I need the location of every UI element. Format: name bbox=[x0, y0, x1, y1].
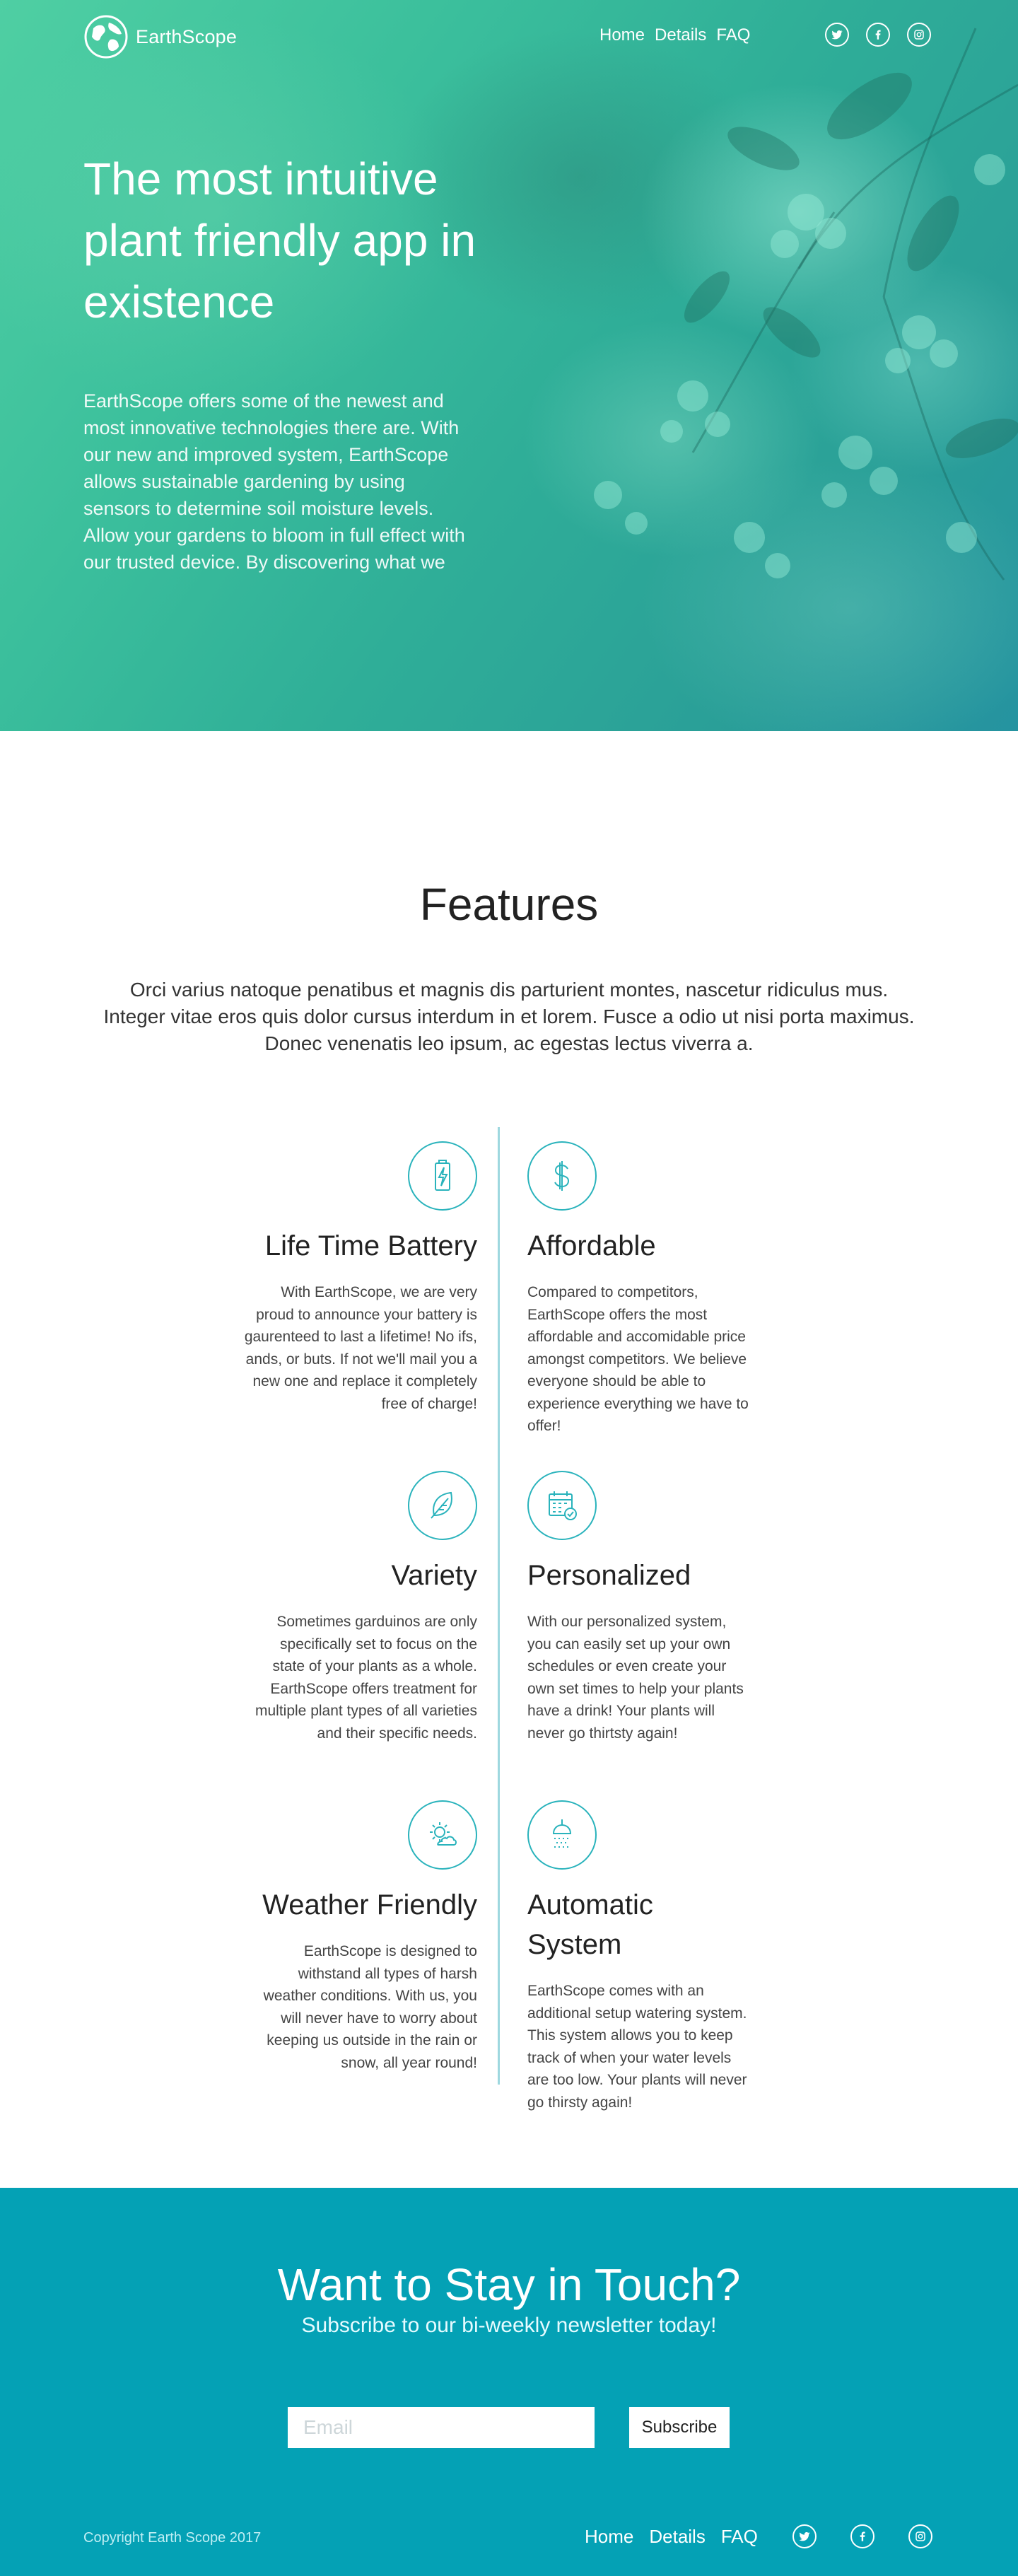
footer-link-home[interactable]: Home bbox=[585, 2526, 633, 2548]
feature-title: Affordable bbox=[527, 1230, 656, 1261]
footer-links: Home Details FAQ bbox=[585, 2526, 758, 2548]
feature-title: Weather Friendly bbox=[262, 1889, 477, 1921]
email-field[interactable] bbox=[288, 2407, 595, 2448]
features-divider bbox=[498, 1127, 500, 2085]
sun-cloud-icon bbox=[408, 1800, 477, 1870]
brand-logo[interactable]: EarthScope bbox=[83, 14, 237, 59]
feature-variety: Variety Sometimes garduinos are only spe… bbox=[244, 1471, 477, 1744]
feature-title: Automatic System bbox=[527, 1889, 653, 1960]
feature-affordable: Affordable Compared to competitors, Eart… bbox=[527, 1141, 754, 1438]
feature-life-time-battery: Life Time Battery With EarthScope, we ar… bbox=[244, 1141, 477, 1415]
features-intro: Orci varius natoque penatibus et magnis … bbox=[103, 979, 915, 1054]
subscribe-button[interactable]: Subscribe bbox=[629, 2407, 730, 2448]
footer-link-details[interactable]: Details bbox=[649, 2526, 705, 2548]
feature-weather-friendly: Weather Friendly EarthScope is designed … bbox=[244, 1800, 477, 2074]
newsletter-section: Want to Stay in Touch? Subscribe to our … bbox=[0, 2188, 1018, 2576]
feature-text: With EarthScope, we are very proud to an… bbox=[244, 1284, 477, 1412]
leaf-icon bbox=[408, 1471, 477, 1540]
feature-personalized: Personalized With our personalized syste… bbox=[527, 1471, 754, 1744]
feature-text: With our personalized system, you can ea… bbox=[527, 1614, 744, 1742]
shower-icon bbox=[527, 1800, 597, 1870]
instagram-icon[interactable] bbox=[907, 23, 931, 47]
facebook-icon[interactable] bbox=[850, 2524, 874, 2548]
hero-section: EarthScope Home Details FAQ The most int… bbox=[0, 0, 1018, 731]
feature-automatic-system: Automatic System EarthScope comes with a… bbox=[527, 1800, 754, 2114]
facebook-icon[interactable] bbox=[866, 23, 890, 47]
feature-text: EarthScope comes with an additional setu… bbox=[527, 1983, 747, 2111]
header-social-links bbox=[825, 23, 931, 47]
globe-icon bbox=[84, 15, 128, 59]
nav-link-faq[interactable]: FAQ bbox=[716, 25, 750, 45]
calendar-check-icon bbox=[527, 1471, 597, 1540]
dollar-icon bbox=[527, 1141, 597, 1211]
footer-copyright: Copyright Earth Scope 2017 bbox=[83, 2530, 262, 2546]
feature-text: EarthScope is designed to withstand all … bbox=[263, 1943, 477, 2071]
instagram-icon[interactable] bbox=[908, 2524, 932, 2548]
brand-name: EarthScope bbox=[136, 25, 238, 47]
feature-title: Personalized bbox=[527, 1560, 691, 1591]
nav-link-details[interactable]: Details bbox=[655, 25, 706, 45]
newsletter-subtitle: Subscribe to our bi-weekly newsletter to… bbox=[301, 2314, 717, 2337]
top-nav: EarthScope Home Details FAQ bbox=[0, 0, 1018, 71]
hero-background-blossoms bbox=[594, 28, 1018, 581]
hero-title: The most intuitive plant friendly app in… bbox=[83, 153, 476, 327]
features-title: Features bbox=[419, 879, 599, 930]
feature-title: Variety bbox=[391, 1560, 477, 1591]
newsletter-title: Want to Stay in Touch? bbox=[277, 2259, 741, 2310]
twitter-icon[interactable] bbox=[825, 23, 849, 47]
footer-social-links bbox=[792, 2524, 932, 2548]
battery-icon bbox=[408, 1141, 477, 1211]
feature-text: Compared to competitors, EarthScope offe… bbox=[527, 1284, 749, 1434]
nav-links: Home Details FAQ bbox=[599, 25, 750, 45]
hero-description: EarthScope offers some of the newest and… bbox=[83, 390, 465, 573]
feature-text: Sometimes garduinos are only specificall… bbox=[255, 1614, 477, 1742]
feature-title: Life Time Battery bbox=[264, 1230, 477, 1261]
nav-link-home[interactable]: Home bbox=[599, 25, 645, 45]
footer-link-faq[interactable]: FAQ bbox=[721, 2526, 758, 2548]
twitter-icon[interactable] bbox=[792, 2524, 817, 2548]
